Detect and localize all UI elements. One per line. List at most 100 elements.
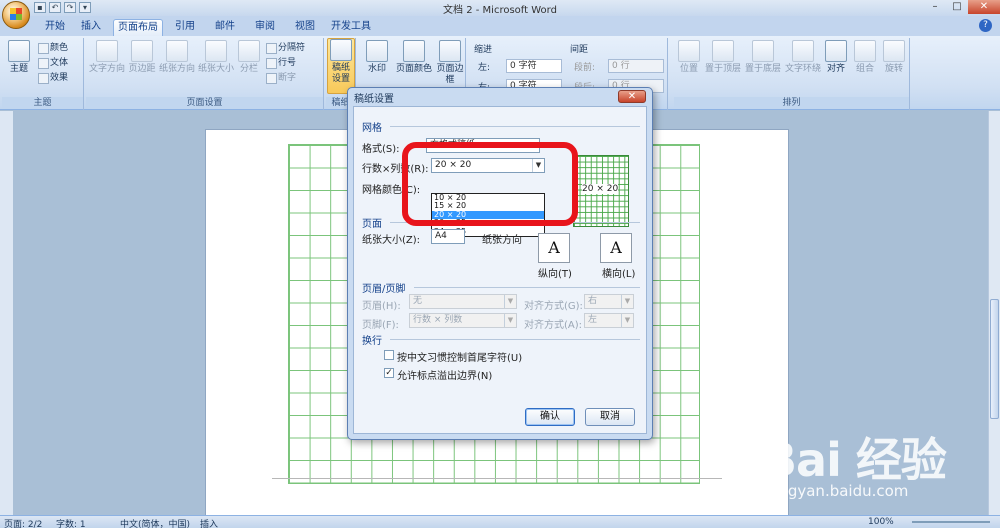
zoom-level[interactable]: 100% [868, 517, 894, 527]
position-icon [678, 40, 700, 62]
indent-left-label: 左: [478, 63, 491, 73]
close-button[interactable]: ✕ [968, 0, 1000, 14]
line-numbers-button[interactable]: 行号 [266, 57, 296, 69]
footer-select[interactable]: 行数 × 列数 ▼ [409, 313, 517, 328]
allow-punct-checkbox[interactable]: ✓ [384, 368, 394, 378]
tab-references[interactable]: 引用 [168, 19, 202, 36]
bring-to-front-button[interactable]: 置于顶层 [704, 40, 742, 75]
watermark-logo: Bai 经验 [762, 433, 947, 487]
redo-icon[interactable]: ↷ [64, 2, 76, 13]
themes-icon [8, 40, 30, 62]
ok-button[interactable]: 确认 [525, 408, 575, 426]
colors-button[interactable]: 颜色 [38, 42, 68, 54]
chevron-down-icon: ▼ [621, 295, 633, 308]
cjk-control-checkbox[interactable] [384, 350, 394, 360]
margins-icon [131, 40, 153, 62]
customize-icon[interactable]: ▾ [79, 2, 91, 13]
group-page-setup: 文字方向 页边距 纸张方向 纸张大小 分栏 分隔符 行号 断字 页面设置 [86, 38, 324, 110]
landscape-page-icon: A [610, 238, 622, 257]
columns-icon [238, 40, 260, 62]
page-borders-icon [439, 40, 461, 62]
cancel-button[interactable]: 取消 [585, 408, 635, 426]
tab-insert[interactable]: 插入 [74, 19, 108, 36]
maximize-button[interactable]: □ [946, 0, 968, 14]
text-direction-button[interactable]: 文字方向 [88, 40, 126, 75]
paper-size-select[interactable]: A4 [431, 229, 465, 244]
page-borders-button[interactable]: 页面边框 [436, 40, 464, 86]
page-color-icon [403, 40, 425, 62]
orientation-button[interactable]: 纸张方向 [158, 40, 196, 75]
dialog-close-button[interactable]: ✕ [618, 90, 646, 103]
office-logo-icon [10, 8, 22, 20]
themes-button[interactable]: 主题 [4, 40, 34, 75]
text-direction-icon [96, 40, 118, 62]
group-themes: 主题 颜色 文体 效果 主题 [2, 38, 84, 110]
effects-button[interactable]: 效果 [38, 72, 68, 84]
group-objects-button[interactable]: 组合 [852, 40, 878, 75]
landscape-option[interactable]: A [600, 233, 632, 263]
margins-button[interactable]: 页边距 [126, 40, 158, 75]
watermark-url: jingyan.baidu.com [770, 482, 909, 500]
page-color-button[interactable]: 页面颜色 [394, 40, 434, 75]
watermark-button[interactable]: 水印 [362, 40, 392, 75]
quick-access-toolbar: ▪ ↶ ↷ ▾ [34, 2, 91, 13]
columns-button[interactable]: 分栏 [236, 40, 262, 75]
preview-label: 20 × 20 [582, 184, 619, 194]
portrait-option[interactable]: A [538, 233, 570, 263]
chevron-down-icon: ▼ [504, 295, 516, 308]
bring-front-icon [712, 40, 734, 62]
header-align-select[interactable]: 右 ▼ [584, 294, 634, 309]
indent-left-spinner[interactable]: 0 字符 [506, 59, 562, 73]
grid-preview: 20 × 20 [573, 155, 629, 227]
size-button[interactable]: 纸张大小 [196, 40, 236, 75]
position-button[interactable]: 位置 [676, 40, 702, 75]
baidu-watermark: Bai 经验 jingyan.baidu.com [762, 420, 994, 512]
grid-section-label: 网格 [362, 123, 382, 134]
fonts-button[interactable]: 文体 [38, 57, 68, 69]
undo-icon[interactable]: ↶ [49, 2, 61, 13]
tab-view[interactable]: 视图 [288, 19, 322, 36]
send-back-icon [752, 40, 774, 62]
align-button[interactable]: 对齐 [824, 40, 848, 75]
scrollbar-thumb[interactable] [990, 299, 999, 419]
word-count[interactable]: 字数: 1 [56, 517, 86, 528]
header-label: 页眉(H): [362, 301, 401, 312]
group-arrange: 位置 置于顶层 置于底层 文字环绕 对齐 组合 旋转 排列 [674, 38, 910, 110]
section-divider [390, 126, 640, 127]
status-bar: 页面: 2/2 字数: 1 中文(简体，中国) 插入 100% [0, 515, 1000, 528]
section-divider [390, 339, 640, 340]
hyphenation-button[interactable]: 断字 [266, 72, 296, 84]
tab-mailings[interactable]: 邮件 [208, 19, 242, 36]
rotate-icon [883, 40, 905, 62]
orientation-icon [166, 40, 188, 62]
ribbon-tabs: 开始 插入 页面布局 引用 邮件 审阅 视图 开发工具 ? [0, 16, 1000, 36]
chevron-down-icon: ▼ [504, 314, 516, 327]
tab-page-layout[interactable]: 页面布局 [113, 19, 163, 36]
draft-settings-button[interactable]: 稿纸设置 [327, 38, 355, 94]
chevron-down-icon: ▼ [621, 314, 633, 327]
tab-developer[interactable]: 开发工具 [328, 19, 374, 36]
footer-align-select[interactable]: 左 ▼ [584, 313, 634, 328]
arrange-group-label: 排列 [674, 97, 909, 109]
send-to-back-button[interactable]: 置于底层 [744, 40, 782, 75]
help-icon[interactable]: ? [979, 19, 992, 32]
rotate-button[interactable]: 旋转 [882, 40, 906, 75]
spacing-before-spinner[interactable]: 0 行 [608, 59, 664, 73]
paper-size-label: 纸张大小(Z): [362, 235, 421, 246]
insert-mode[interactable]: 插入 [200, 517, 218, 528]
text-wrap-button[interactable]: 文字环绕 [784, 40, 822, 75]
office-button[interactable] [2, 1, 30, 29]
language-indicator[interactable]: 中文(简体，中国) [120, 517, 190, 528]
page-section-label: 页面 [362, 219, 382, 230]
minimize-button[interactable]: – [924, 0, 946, 14]
tab-review[interactable]: 审阅 [248, 19, 282, 36]
spacing-before-label: 段前: [574, 63, 596, 73]
indent-label: 缩进 [474, 45, 493, 55]
breaks-button[interactable]: 分隔符 [266, 42, 305, 54]
zoom-slider[interactable] [912, 521, 990, 523]
margin-line [272, 478, 722, 479]
header-select[interactable]: 无 ▼ [409, 294, 517, 309]
save-icon[interactable]: ▪ [34, 2, 46, 13]
tab-home[interactable]: 开始 [38, 19, 72, 36]
page-count[interactable]: 页面: 2/2 [4, 517, 42, 528]
